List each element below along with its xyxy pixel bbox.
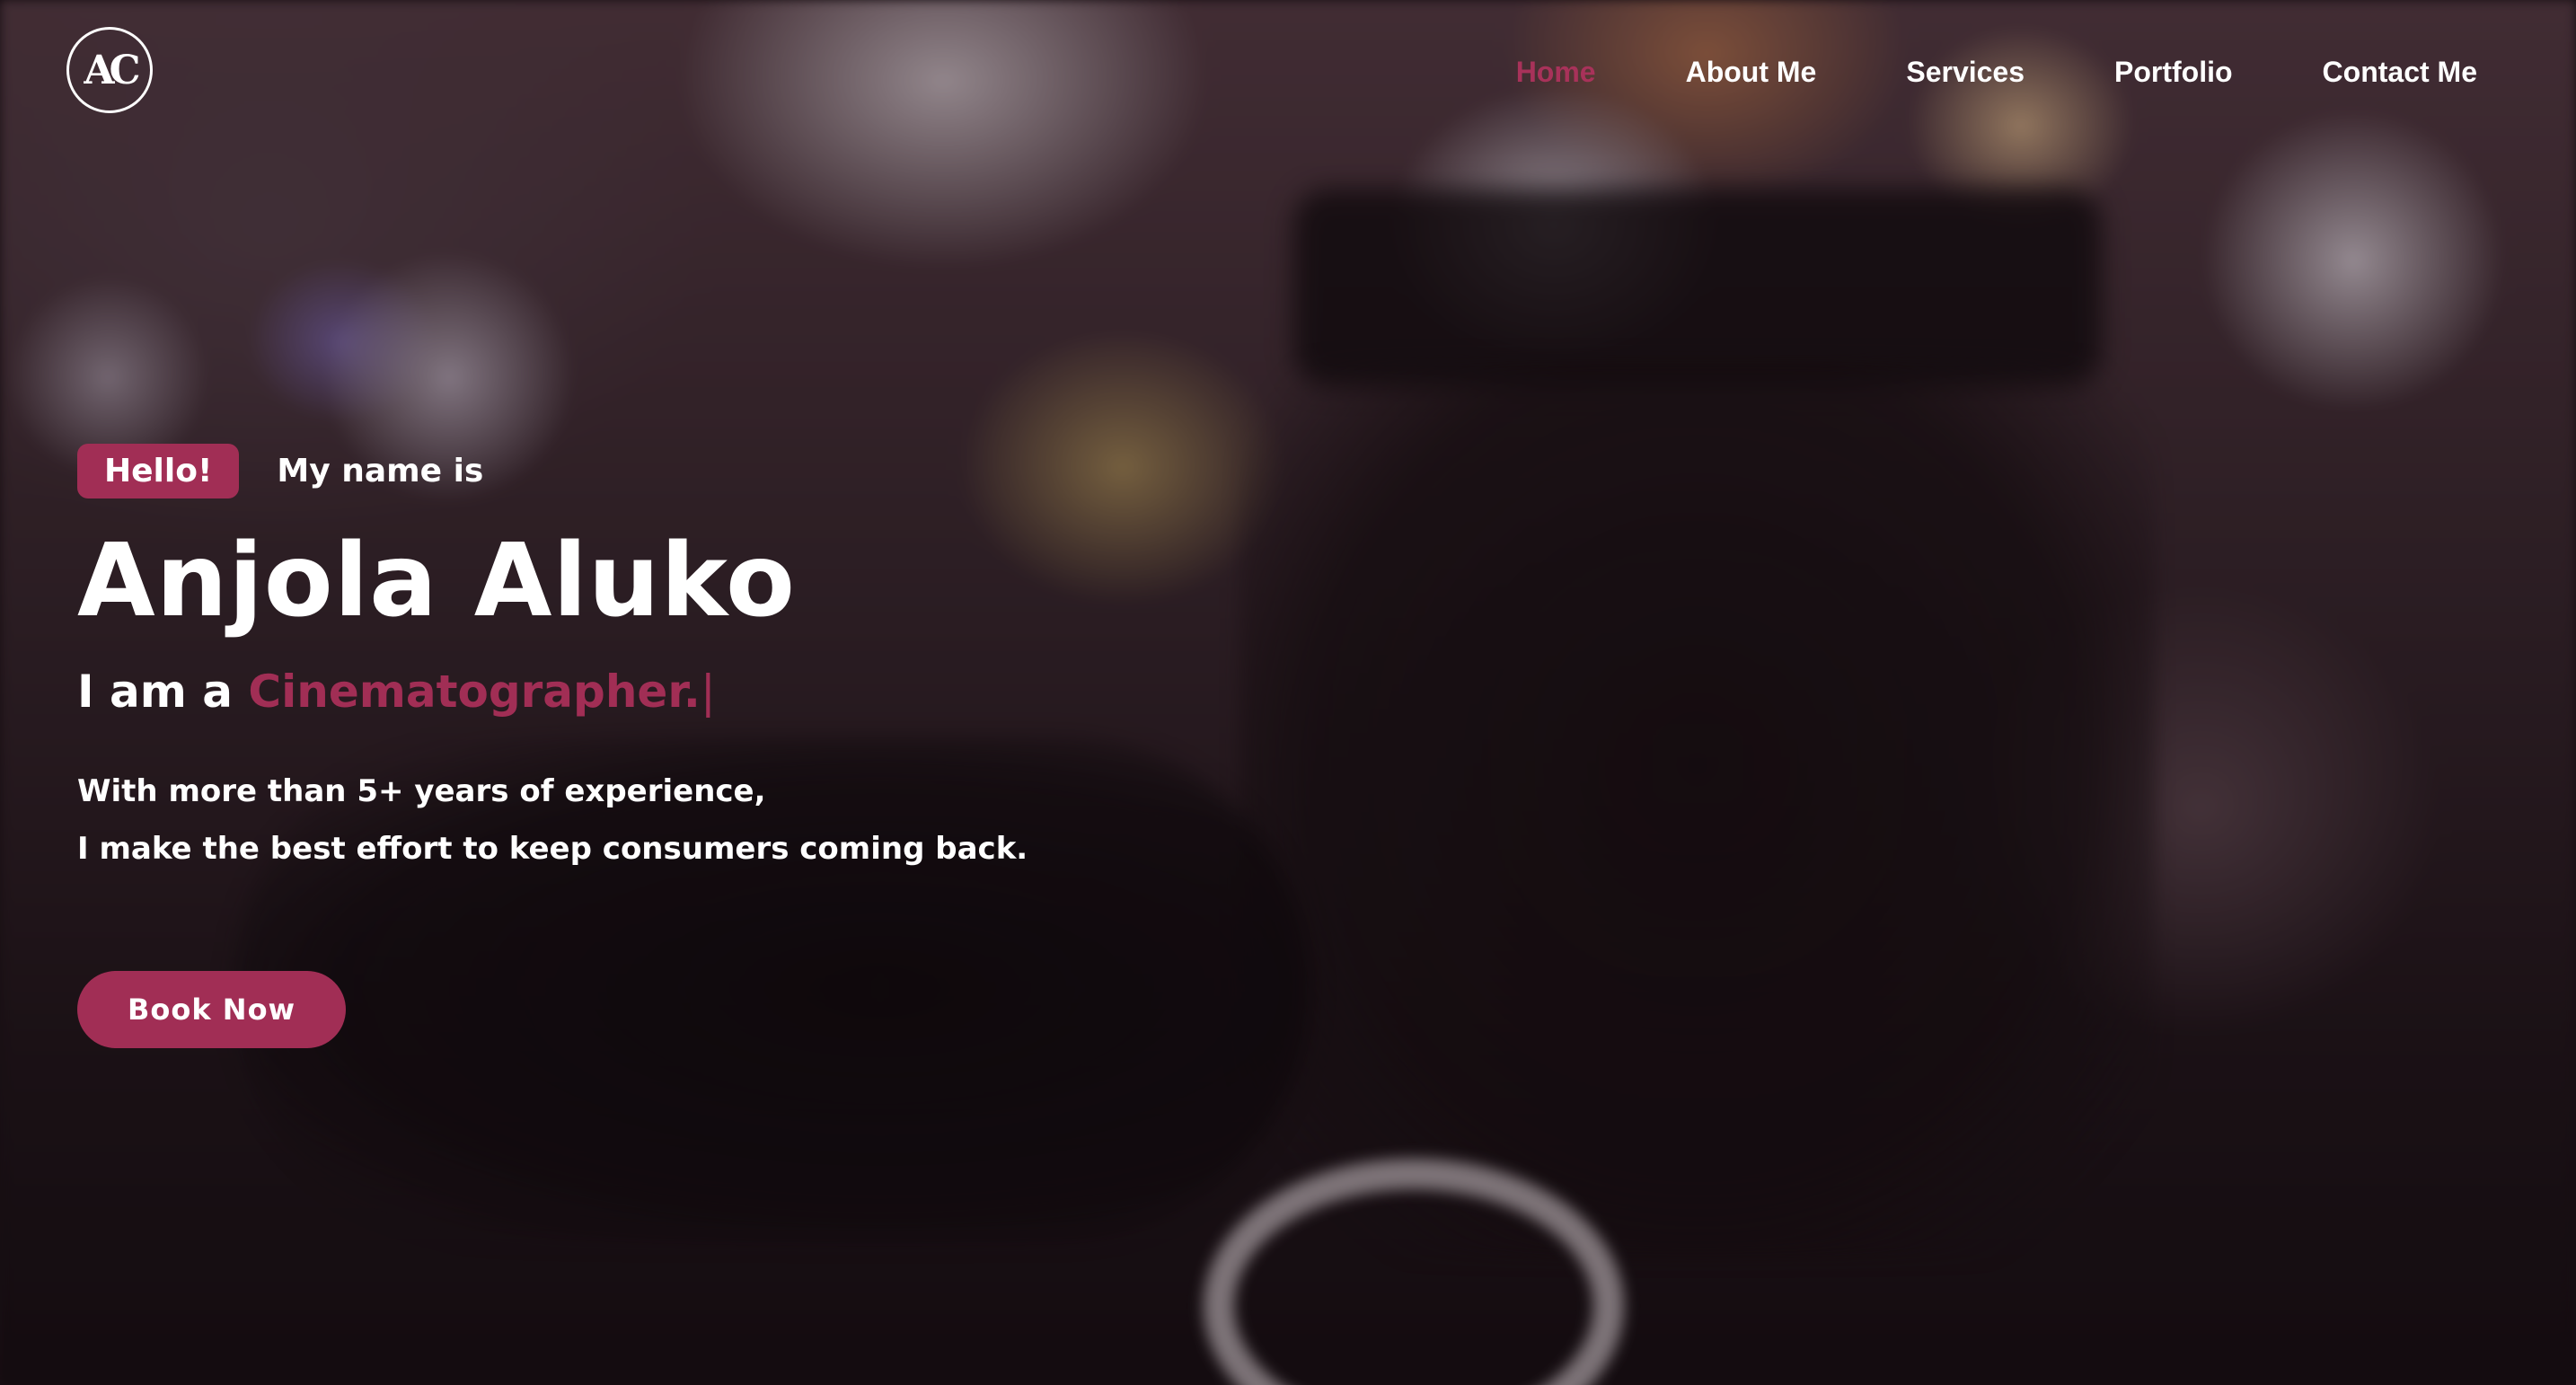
greeting-row: Hello! My name is bbox=[77, 444, 1028, 498]
description-line-2: I make the best effort to keep consumers… bbox=[77, 831, 1028, 867]
nav-item-contact-me[interactable]: Contact Me bbox=[2323, 56, 2477, 89]
main-navigation: Home About Me Services Portfolio Contact… bbox=[1426, 56, 2477, 89]
description-line-1: With more than 5+ years of experience, bbox=[77, 773, 766, 809]
hero-section: AC Home About Me Services Portfolio Cont… bbox=[0, 0, 2576, 1385]
intro-text: My name is bbox=[277, 453, 484, 490]
site-logo[interactable]: AC bbox=[66, 27, 153, 113]
hero-description: With more than 5+ years of experience, I… bbox=[77, 763, 1028, 878]
logo-monogram: AC bbox=[84, 47, 140, 93]
nav-item-home[interactable]: Home bbox=[1516, 56, 1596, 89]
nav-item-about-me[interactable]: About Me bbox=[1686, 56, 1817, 89]
nav-item-portfolio[interactable]: Portfolio bbox=[2114, 56, 2233, 89]
hello-badge: Hello! bbox=[77, 444, 240, 498]
role-title: Cinematographer. bbox=[248, 666, 701, 718]
typing-cursor: | bbox=[700, 666, 716, 718]
role-line: I am a Cinematographer.| bbox=[77, 666, 1028, 718]
book-now-button[interactable]: Book Now bbox=[77, 971, 347, 1048]
role-prefix: I am a bbox=[77, 666, 249, 718]
hero-name-heading: Anjola Aluko bbox=[77, 523, 796, 640]
hero-content: Hello! My name is Anjola Aluko I am a Ci… bbox=[77, 444, 1028, 1048]
nav-item-services[interactable]: Services bbox=[1906, 56, 2025, 89]
